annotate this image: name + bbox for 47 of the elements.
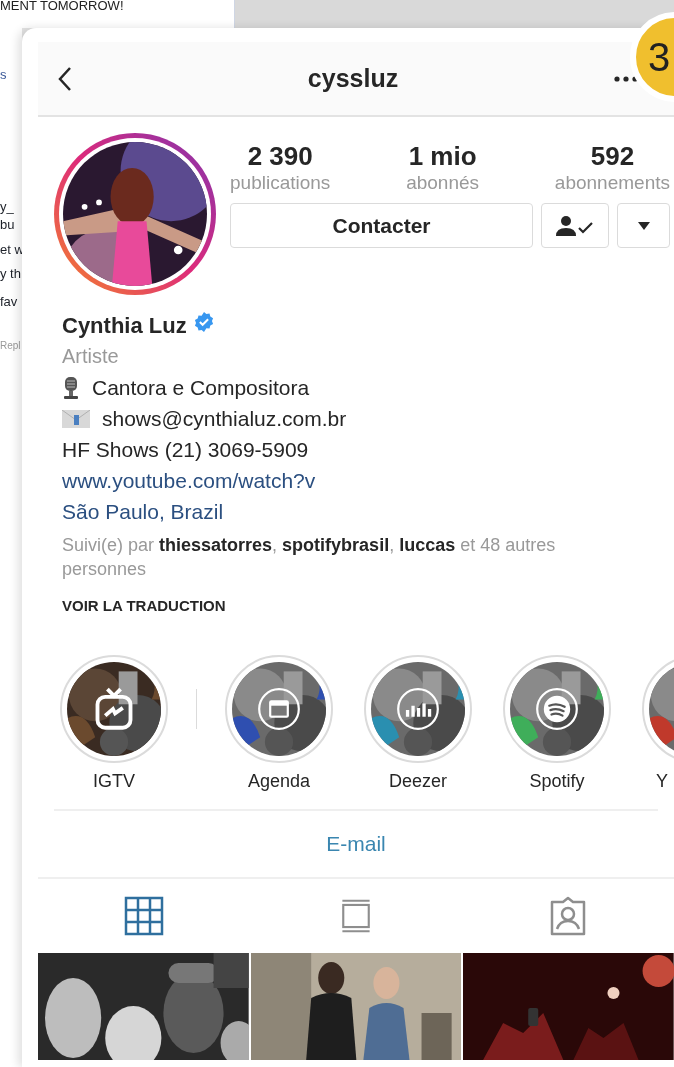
calendar-icon (257, 687, 301, 731)
username-title: cyssluz (307, 62, 399, 94)
text-fragment: y th (0, 267, 22, 281)
highlight-label: IGTV (93, 770, 135, 792)
story-highlight[interactable] (503, 655, 611, 763)
dropdown-button[interactable] (617, 203, 670, 248)
text-fragment: bu (0, 218, 16, 232)
microphone-icon (62, 375, 80, 400)
person-check-icon (555, 214, 595, 237)
grid-icon (124, 896, 164, 936)
followed-by-text: Suivi(e) par thiessatorres, spotifybrasil, luccas et 48 autres personnes (62, 534, 557, 581)
caret-icon (637, 221, 650, 230)
category-label: Artiste (62, 344, 120, 369)
text-fragment: fav (0, 295, 19, 309)
stat-label: publications (230, 171, 331, 195)
stat-count: 1 mio (408, 141, 477, 171)
highlight-label: Agenda (247, 770, 311, 792)
highlight-label: Y (656, 770, 668, 792)
contact-button[interactable]: Contacter (230, 203, 533, 248)
story-highlight[interactable] (225, 655, 333, 763)
bio-link[interactable]: www.youtube.com/watch?v (62, 464, 316, 497)
equalizer-icon (396, 687, 440, 731)
envelope-icon (62, 409, 90, 428)
highlight-label: Deezer (389, 770, 447, 792)
bio-line: HF Shows (21) 3069-5909 (62, 436, 309, 463)
headline: MENT TOMORROW! (0, 0, 125, 12)
profile-name: Cynthia Luz (62, 311, 187, 340)
stat-count: 2 390 (247, 141, 313, 171)
stat-label: abonnés (406, 171, 480, 195)
translate-link[interactable]: VOIR LA TRADUCTION (62, 597, 660, 615)
story-highlight[interactable] (364, 655, 472, 763)
story-highlight[interactable] (60, 655, 168, 763)
sound-waves-icon (535, 687, 579, 731)
back-icon[interactable] (58, 65, 72, 92)
text-fragment: y_ (0, 200, 15, 214)
stat-label: abonnements (554, 171, 670, 195)
highlight-label: Spotify (529, 770, 585, 792)
bio-link[interactable]: São Paulo, Brazil (62, 495, 224, 528)
tagged-person-icon (548, 896, 588, 936)
bio-line: Cantora e Compositora (92, 374, 310, 401)
link-fragment: s (0, 68, 8, 82)
follow-button[interactable] (541, 203, 609, 248)
reply-fragment: Repl (0, 339, 22, 353)
stat-count: 592 (590, 141, 635, 171)
bio-line: shows@cynthialuz.com.br (102, 405, 347, 432)
more-icon[interactable] (614, 75, 638, 82)
email-button[interactable]: E-mail (324, 828, 388, 860)
